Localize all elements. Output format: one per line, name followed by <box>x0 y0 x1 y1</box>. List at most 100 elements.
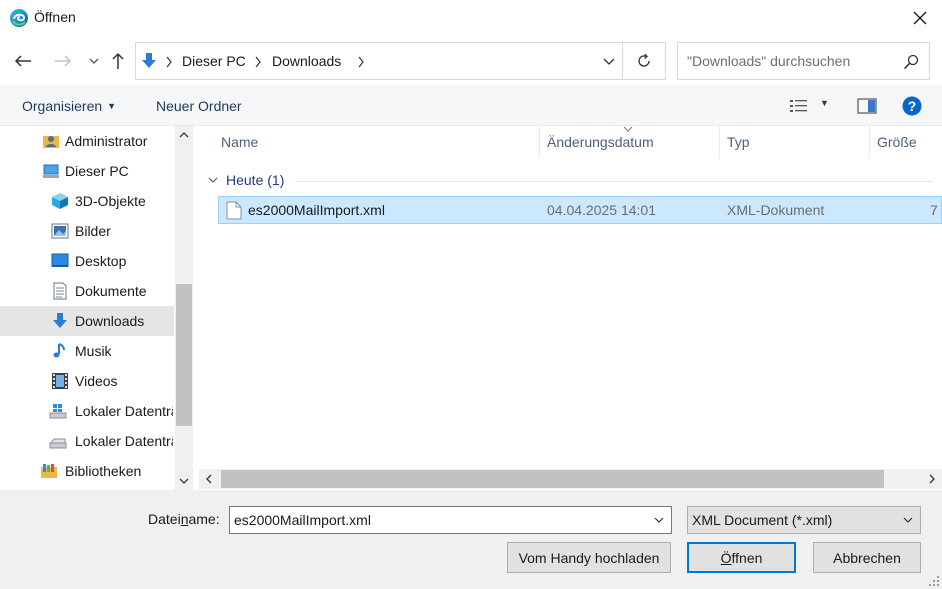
column-divider[interactable] <box>539 126 540 158</box>
sidebar-item-dieser-pc[interactable]: Dieser PC <box>0 156 174 186</box>
windows-drive-icon <box>49 404 67 419</box>
column-header-date[interactable]: Änderungsdatum <box>547 134 654 150</box>
sidebar-item-lokaler-datentraeger-d[interactable]: Lokaler Datenträger (D:) <box>0 426 174 456</box>
sidebar-item-bibliotheken[interactable]: Bibliotheken <box>0 456 174 486</box>
sidebar-item-bilder[interactable]: Bilder <box>0 216 174 246</box>
forward-arrow-icon[interactable] <box>52 50 74 72</box>
edge-browser-icon <box>10 9 28 27</box>
sidebar-item-3d-objects[interactable]: 3D-Objekte <box>0 186 174 216</box>
scroll-up-arrow-icon[interactable] <box>178 130 190 140</box>
breadcrumb-downloads[interactable]: Downloads <box>272 53 341 69</box>
upload-from-phone-button[interactable]: Vom Handy hochladen <box>507 542 671 573</box>
open-button[interactable]: Öffnen <box>687 542 796 573</box>
sidebar-item-videos[interactable]: Videos <box>0 366 174 396</box>
up-arrow-icon[interactable] <box>107 50 129 72</box>
search-input[interactable] <box>687 53 897 69</box>
navigation-bar: Dieser PC Downloads <box>0 36 942 86</box>
xml-file-icon <box>226 201 242 220</box>
navigation-pane: Administrator Dieser PC 3D-Objekte Bilde… <box>0 126 196 490</box>
chevron-down-icon[interactable] <box>208 176 218 184</box>
chevron-down-icon[interactable] <box>653 515 665 525</box>
sidebar-item-downloads[interactable]: Downloads <box>0 306 174 336</box>
column-header-name[interactable]: Name <box>221 134 258 150</box>
column-header-size[interactable]: Größe <box>877 134 917 150</box>
group-label: Heute (1) <box>226 172 285 188</box>
refresh-icon <box>638 53 650 67</box>
column-divider[interactable] <box>869 126 870 158</box>
cancel-button[interactable]: Abbrechen <box>813 542 921 573</box>
search-icon[interactable] <box>903 54 919 70</box>
sidebar-item-label: Bilder <box>75 223 111 239</box>
sidebar-item-label: Musik <box>75 343 112 359</box>
user-folder-icon <box>43 136 59 148</box>
close-icon[interactable] <box>906 4 934 32</box>
computer-icon <box>43 164 59 178</box>
cube-icon <box>52 193 68 209</box>
title-bar: Öffnen <box>0 0 942 36</box>
sidebar-item-lokaler-datentraeger-c[interactable]: Lokaler Datenträger (C:) <box>0 396 174 426</box>
address-bar[interactable]: Dieser PC Downloads <box>135 42 624 80</box>
filetype-select[interactable]: XML Document (*.xml) <box>687 506 921 534</box>
scroll-right-arrow-icon[interactable] <box>928 474 936 484</box>
view-options-caret-icon[interactable]: ▼ <box>820 98 829 108</box>
sidebar-item-desktop[interactable]: Desktop <box>0 246 174 276</box>
organize-label: Organisieren <box>22 98 103 114</box>
sidebar-scrollbar-thumb[interactable] <box>176 284 192 426</box>
view-options-icon[interactable] <box>789 98 809 114</box>
file-size: 7 <box>930 202 938 218</box>
file-date: 04.04.2025 14:01 <box>547 202 656 218</box>
command-toolbar: Organisieren ▼ Neuer Ordner ▼ ? <box>0 86 942 126</box>
help-icon[interactable]: ? <box>902 96 922 116</box>
new-folder-button[interactable]: Neuer Ordner <box>156 98 242 114</box>
sidebar-item-label: Bibliotheken <box>65 463 142 479</box>
filename-label: Dateiname: <box>148 511 220 527</box>
sidebar-item-label: Lokaler Datenträger (D:) <box>75 433 173 449</box>
dialog-footer: Dateiname: XML Document (*.xml) Vom Hand… <box>0 490 942 589</box>
window-title: Öffnen <box>34 9 76 25</box>
breadcrumb-separator-icon[interactable] <box>253 55 263 69</box>
refresh-button[interactable] <box>622 42 666 80</box>
video-icon <box>52 373 68 389</box>
file-list-horizontal-scrollbar[interactable] <box>199 469 942 489</box>
caret-down-icon: ▼ <box>107 101 117 111</box>
preview-pane-icon[interactable] <box>857 98 877 114</box>
filename-input[interactable] <box>234 512 644 528</box>
breadcrumb-separator-icon[interactable] <box>164 55 174 69</box>
open-label-accesskey: Ö <box>720 549 732 566</box>
breadcrumb-dieser-pc[interactable]: Dieser PC <box>182 53 246 69</box>
filename-label-part: Datei <box>148 511 181 527</box>
horizontal-scrollbar-thumb[interactable] <box>221 470 884 488</box>
scroll-left-arrow-icon[interactable] <box>205 474 213 484</box>
address-history-dropdown-icon[interactable] <box>602 55 616 69</box>
filename-combobox[interactable] <box>229 506 672 534</box>
sidebar-item-label: 3D-Objekte <box>75 193 146 209</box>
sidebar-item-dokumente[interactable]: Dokumente <box>0 276 174 306</box>
filename-label-part: ame: <box>188 511 220 527</box>
pictures-icon <box>51 223 69 239</box>
library-icon <box>41 464 57 478</box>
svg-text:?: ? <box>908 98 917 114</box>
chevron-down-icon[interactable] <box>902 515 914 525</box>
sidebar-item-label: Videos <box>75 373 118 389</box>
recent-locations-chevron-icon[interactable] <box>83 50 105 72</box>
resize-grip-icon[interactable] <box>928 575 940 587</box>
breadcrumb-separator-icon[interactable] <box>356 55 366 69</box>
organize-menu-button[interactable]: Organisieren ▼ <box>22 98 116 114</box>
table-row[interactable]: es2000MailImport.xml 04.04.2025 14:01 XM… <box>218 196 942 224</box>
scroll-down-arrow-icon[interactable] <box>178 476 190 486</box>
sidebar-scrollbar[interactable] <box>175 126 193 490</box>
back-arrow-icon[interactable] <box>12 50 34 72</box>
column-header-type[interactable]: Typ <box>727 134 750 150</box>
sidebar-item-label: Administrator <box>65 133 148 149</box>
search-box[interactable] <box>677 42 930 80</box>
sidebar-item-label: Desktop <box>75 253 127 269</box>
filetype-value: XML Document (*.xml) <box>692 512 833 528</box>
drive-icon <box>49 438 67 449</box>
music-icon <box>53 343 65 358</box>
group-header-today[interactable]: Heute (1) <box>208 172 284 188</box>
column-divider[interactable] <box>719 126 720 158</box>
sidebar-item-musik[interactable]: Musik <box>0 336 174 366</box>
sidebar-item-administrator[interactable]: Administrator <box>0 126 174 156</box>
download-icon <box>142 53 156 68</box>
sort-chevron-icon <box>623 126 633 132</box>
